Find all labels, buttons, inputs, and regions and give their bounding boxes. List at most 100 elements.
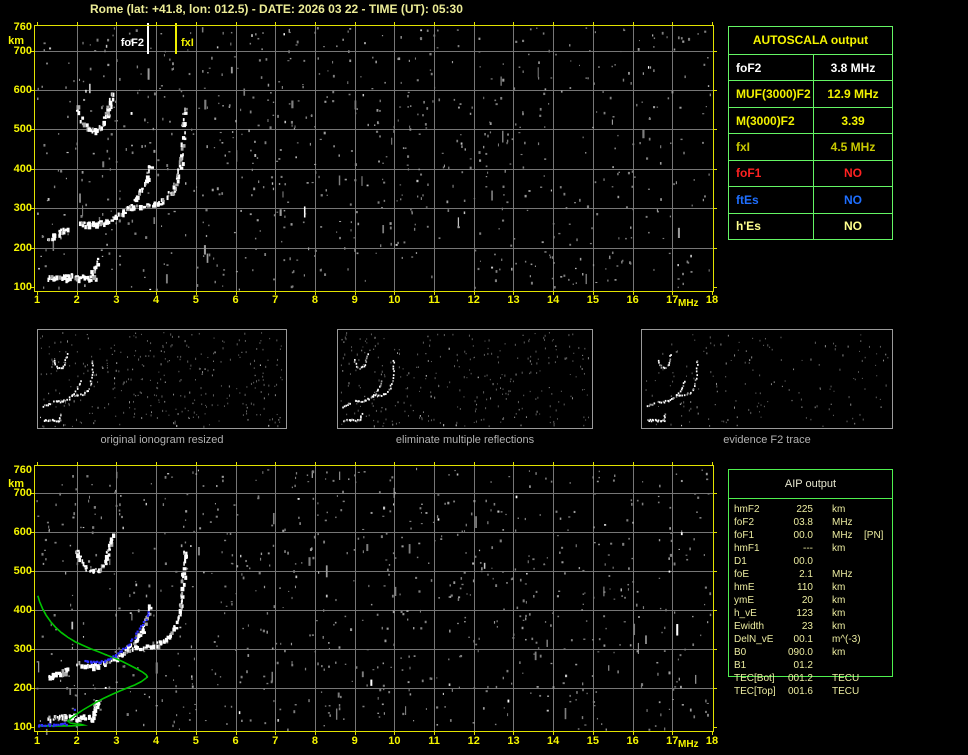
x-tick-label: 16	[626, 735, 639, 747]
aip-parameter-value: 001.6	[787, 686, 813, 697]
x-tick-label: 13	[507, 294, 520, 306]
autoscala-row-muf3000f2: MUF(3000)F2 12.9 MHz	[729, 81, 892, 108]
autoscala-parameter-value: NO	[813, 160, 892, 187]
thumbnail-caption: eliminate multiple reflections	[395, 434, 535, 446]
aip-parameter-unit: TECU	[832, 673, 860, 684]
aip-parameter-value: 00.0	[793, 556, 813, 567]
x-tick-label: 15	[586, 294, 599, 306]
aip-parameter-value: 23	[801, 621, 813, 632]
autoscala-parameter-value: 3.39	[813, 107, 892, 134]
thumbnail-eliminate-reflections	[337, 329, 593, 429]
x-tick-label: 12	[467, 735, 480, 747]
autoscala-parameter-label: foF1	[736, 166, 762, 181]
autoscala-row-fxi: fxI 4.5 MHz	[729, 134, 892, 161]
aip-parameter-unit: MHz	[832, 569, 853, 580]
aip-row-d1: D1 00.0	[728, 555, 893, 568]
aip-row-ewidth: Ewidth 23 km	[728, 620, 893, 633]
x-tick-label: 3	[113, 294, 120, 306]
aip-parameter-unit: MHz	[832, 517, 853, 528]
aip-row-foe: foE 2.1 MHz	[728, 568, 893, 581]
x-tick-label: 11	[428, 294, 440, 306]
autoscala-table-header: AUTOSCALA output	[729, 27, 892, 55]
y-tick-label: 500	[13, 565, 32, 578]
autoscala-parameter-value: NO	[813, 213, 892, 239]
y-tick-label: 100	[13, 720, 32, 733]
y-tick-label: 300	[13, 202, 32, 215]
aip-row-yme: ymE 20 km	[728, 594, 893, 607]
fxi-marker-label: fxI	[181, 37, 194, 49]
thumbnail-original-ionogram	[37, 329, 287, 429]
x-tick-label: 12	[467, 294, 480, 306]
aip-row-hmf2: hmF2 225 km	[728, 503, 893, 516]
y-tick-label: 760	[13, 464, 32, 476]
x-tick-label: 18	[705, 294, 719, 306]
aip-row-tecbot: TEC[Bot] 001.2 TECU	[728, 672, 893, 685]
y-tick-label: 600	[13, 526, 32, 539]
x-tick-label: 1	[33, 294, 41, 306]
aip-table-header: AIP output	[784, 478, 837, 490]
x-tick-label: 18	[705, 735, 719, 747]
thumbnail-caption: original ionogram resized	[100, 434, 224, 446]
aip-parameter-unit: km	[832, 595, 846, 606]
aip-row-hmf1: hmF1 --- km	[728, 542, 893, 555]
aip-output-table: AIP output hmF2 225 km foF2 03.8 MHz foF1 00.0 M…	[728, 469, 893, 709]
aip-row-tectop: TEC[Top] 001.6 TECU	[728, 685, 893, 698]
fof2-marker-label: foF2	[120, 37, 144, 49]
x-tick-label: 7	[272, 294, 279, 306]
x-tick-label: 14	[547, 294, 560, 306]
y-tick-label: 100	[13, 281, 32, 293]
x-tick-label: 5	[192, 735, 199, 747]
km-axis-unit-label: km	[8, 478, 24, 490]
aip-parameter-value: 01.2	[793, 660, 813, 671]
autoscala-parameter-label: h'Es	[736, 219, 761, 234]
autoscala-row-m3000f2: M(3000)F2 3.39	[729, 107, 892, 135]
station-date-time-title: Rome (lat: +41.8, lon: 012.5) - DATE: 20…	[90, 2, 463, 16]
autoscala-window: Rome (lat: +41.8, lon: 012.5) - DATE: 20…	[0, 0, 968, 755]
aip-parameter-unit: km	[832, 504, 846, 515]
aip-row-b1: B1 01.2	[728, 659, 893, 672]
aip-parameter-flag: [PN]	[864, 530, 884, 541]
x-tick-label: 9	[351, 294, 358, 306]
aip-parameter-value: 225	[796, 504, 813, 515]
thumbnail-evidence-f2	[641, 329, 893, 429]
aip-parameter-value: 20	[801, 595, 813, 606]
aip-parameter-value: 2.1	[799, 569, 813, 580]
x-tick-label: 13	[507, 735, 520, 747]
autoscala-parameter-label: fxI	[736, 139, 751, 154]
autoscala-parameter-value: NO	[813, 187, 892, 213]
x-tick-label: 4	[153, 735, 160, 747]
aip-row-hve: h_vE 123 km	[728, 607, 893, 620]
aip-parameter-unit: MHz	[832, 530, 853, 541]
x-tick-label: 10	[388, 735, 401, 747]
autoscala-row-hes: h'Es NO	[729, 213, 892, 239]
autoscala-row-fof2: foF2 3.8 MHz	[729, 55, 892, 82]
autoscala-row-ftes: ftEs NO	[729, 187, 892, 214]
x-tick-label: 8	[311, 735, 318, 747]
aip-parameter-value: 090.0	[787, 647, 813, 658]
aip-parameter-unit: km	[832, 582, 846, 593]
aip-row-fof1: foF1 00.0 MHz [PN]	[728, 529, 893, 542]
km-axis-unit-label: km	[8, 35, 24, 47]
mhz-axis-unit-label: MHz	[678, 298, 699, 309]
autoscala-parameter-label: M(3000)F2	[736, 113, 795, 128]
aip-parameter-value: 110	[797, 582, 813, 593]
ionogram-plot	[30, 21, 718, 295]
y-tick-label: 300	[13, 643, 32, 656]
aip-parameter-unit: m^(-3)	[832, 634, 861, 645]
aip-row-fof2: foF2 03.8 MHz	[728, 516, 893, 529]
y-tick-label: 200	[13, 241, 32, 254]
aip-parameter-value: 00.0	[793, 530, 813, 541]
thumbnail-original-canvas	[38, 330, 286, 428]
mhz-axis-unit-label: MHz	[678, 739, 699, 750]
aip-row-b0: B0 090.0 km	[728, 646, 893, 659]
y-tick-label: 760	[13, 21, 32, 33]
x-tick-label: 8	[311, 294, 318, 306]
aip-parameter-value: 00.1	[793, 634, 813, 645]
aip-parameter-unit: km	[832, 647, 846, 658]
x-tick-label: 2	[73, 294, 80, 306]
x-tick-label: 3	[113, 735, 120, 747]
autoscala-parameter-value: 3.8 MHz	[813, 55, 892, 81]
aip-parameter-unit: TECU	[832, 686, 860, 697]
x-tick-label: 10	[388, 294, 401, 306]
aip-row-delnve: DelN_vE 00.1 m^(-3)	[728, 633, 893, 646]
